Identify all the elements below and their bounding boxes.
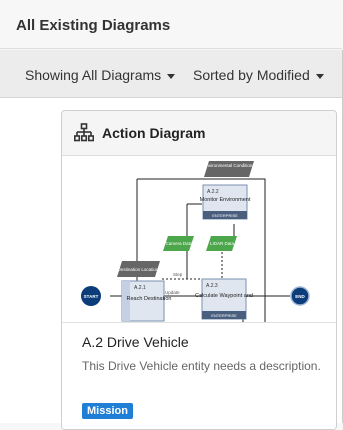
node-a21-id: A.2.1 <box>134 285 146 291</box>
chevron-down-icon <box>167 73 176 79</box>
node-a22-label: Monitor Environment <box>200 197 251 203</box>
edge-label-update: Update <box>165 290 180 295</box>
env-conditions-label: Environmental Conditions <box>203 163 255 168</box>
edge-label-step: Step <box>173 272 183 277</box>
page-title: All Existing Diagrams <box>16 17 171 34</box>
sort-dropdown-label: Sorted by Modified <box>193 67 310 83</box>
data-item-camera: Camera Data <box>166 241 193 246</box>
card-body: A.2 Drive Vehicle This Drive Vehicle ent… <box>62 322 336 429</box>
page-header: All Existing Diagrams <box>0 0 342 49</box>
node-a23-tag: ENTERPRISE <box>211 313 237 318</box>
node-a22-tag: ENTERPRISE <box>212 213 238 218</box>
diagram-name: A.2 Drive Vehicle <box>82 334 189 350</box>
node-a22-id: A.2.2 <box>207 189 219 195</box>
node-a23-id: A.2.3 <box>206 283 218 289</box>
diagram-card[interactable]: Action Diagram Environmental Conditions … <box>61 110 337 430</box>
chevron-down-icon <box>315 73 324 79</box>
toolbar: Showing All Diagrams Sorted by Modified <box>0 50 342 98</box>
node-a21-label: Reach Destination <box>127 296 172 302</box>
card-header: Action Diagram <box>62 111 336 156</box>
card-title: Action Diagram <box>102 125 206 141</box>
location-label: Destination Location <box>118 267 159 272</box>
mission-badge[interactable]: Mission <box>82 403 133 419</box>
end-label: END <box>295 294 305 299</box>
sort-dropdown[interactable]: Sorted by Modified <box>193 67 324 83</box>
diagram-description: This Drive Vehicle entity needs a descri… <box>82 359 321 373</box>
sitemap-icon <box>74 123 94 142</box>
data-item-lidar: LIDAR Data <box>210 241 235 246</box>
filter-dropdown-label: Showing All Diagrams <box>25 67 162 83</box>
start-label: START <box>84 294 99 299</box>
node-a23-label: Calculate Waypoint and <box>195 293 253 299</box>
filter-dropdown[interactable]: Showing All Diagrams <box>25 67 176 83</box>
